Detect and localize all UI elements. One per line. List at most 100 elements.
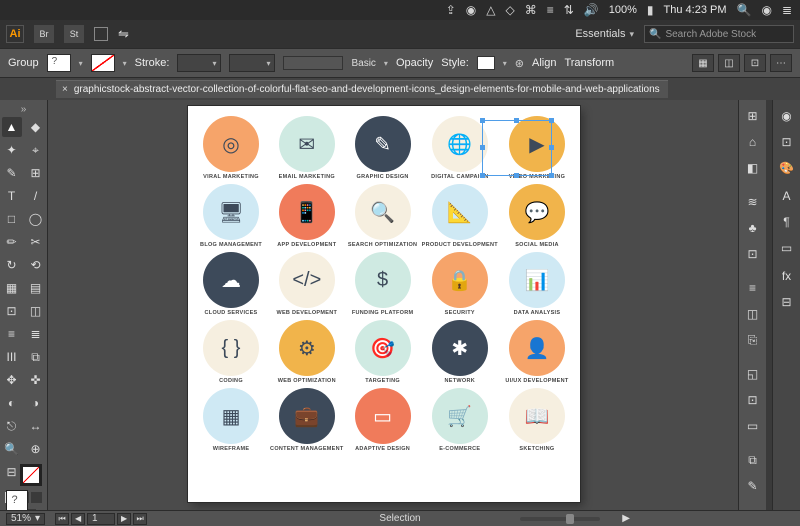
none-mode[interactable] <box>31 492 42 503</box>
stroke-weight-input[interactable]: ▾ <box>177 54 221 72</box>
status-play-icon[interactable]: ▶ <box>622 513 630 524</box>
graphic-style-swatch[interactable] <box>477 56 495 70</box>
tool-5[interactable]: ⊞ <box>26 163 46 183</box>
next-artboard-button[interactable]: ▶ <box>117 513 131 525</box>
tool-8[interactable]: □ <box>2 209 22 229</box>
tool-27[interactable]: ↔ <box>26 416 46 436</box>
tool-0[interactable]: ▲ <box>2 117 22 137</box>
artwork-cell-4[interactable]: ▶VIDEO MARKETING <box>502 116 572 180</box>
artwork-cell-13[interactable]: 🔒SECURITY <box>422 252 498 316</box>
panel-button-panelA-6[interactable]: ≡ <box>741 276 765 300</box>
artwork-cell-16[interactable]: ⚙WEB OPTIMIZATION <box>270 320 344 384</box>
panel-button-panelA-12[interactable]: ⧉ <box>741 448 765 472</box>
panel-button-panelA-4[interactable]: ♣ <box>741 216 765 240</box>
artwork-cell-12[interactable]: $FUNDING PLATFORM <box>348 252 418 316</box>
panel-button-panelB-0[interactable]: ◉ <box>775 104 799 128</box>
tool-1[interactable]: ◆ <box>26 117 46 137</box>
artwork-cell-6[interactable]: 📱APP DEVELOPMENT <box>270 184 344 248</box>
panel-button-panelA-8[interactable]: ⎘ <box>741 328 765 352</box>
tool-22[interactable]: ✥ <box>2 370 22 390</box>
artwork-cell-1[interactable]: ✉EMAIL MARKETING <box>270 116 344 180</box>
notifications-icon[interactable]: ≣ <box>782 3 792 17</box>
last-artboard-button[interactable]: ⏭ <box>133 513 147 525</box>
cc-icon[interactable]: ◉ <box>466 3 476 17</box>
panel-button-panelB-4[interactable]: ¶ <box>775 210 799 234</box>
panel-button-panelA-9[interactable]: ◱ <box>741 362 765 386</box>
toolbox-grip-icon[interactable]: » <box>21 104 27 115</box>
document-tab[interactable]: × graphicstock-abstract-vector-collectio… <box>56 80 668 98</box>
tool-19[interactable]: ≣ <box>26 324 46 344</box>
battery-icon[interactable]: ▮ <box>647 3 654 17</box>
workspace-switcher[interactable]: Essentials ▾ <box>575 28 634 40</box>
control-overflow-button[interactable]: ⋯ <box>770 54 792 72</box>
tool-11[interactable]: ✂ <box>26 232 46 252</box>
align-label[interactable]: Align <box>532 57 556 69</box>
illustrator-logo-icon[interactable]: Ai <box>6 25 24 43</box>
edit-contents-button[interactable]: ⊡ <box>744 54 766 72</box>
prev-artboard-button[interactable]: ◀ <box>71 513 85 525</box>
artwork-cell-22[interactable]: ▭ADAPTIVE DESIGN <box>348 388 418 452</box>
artwork-cell-14[interactable]: 📊DATA ANALYSIS <box>502 252 572 316</box>
artwork-cell-18[interactable]: ✱NETWORK <box>422 320 498 384</box>
search-adobe-stock-input[interactable]: 🔍 Search Adobe Stock <box>644 25 794 43</box>
sync-glyph-icon[interactable]: ⇋ <box>118 26 129 42</box>
panel-button-panelB-1[interactable]: ⊡ <box>775 130 799 154</box>
panel-button-panelB-3[interactable]: A <box>775 184 799 208</box>
battery-percent[interactable]: 100% <box>609 4 637 16</box>
artwork-cell-17[interactable]: 🎯TARGETING <box>348 320 418 384</box>
network-icon[interactable]: ⇅ <box>564 3 574 17</box>
arrange-documents-button[interactable] <box>94 27 108 41</box>
bars-icon[interactable]: ≡ <box>547 3 554 17</box>
tool-29[interactable]: ⊕ <box>26 439 46 459</box>
first-artboard-button[interactable]: ⏮ <box>55 513 69 525</box>
tool-21[interactable]: ⧉ <box>26 347 46 367</box>
stroke-swatch[interactable] <box>91 54 115 72</box>
tool-6[interactable]: T <box>2 186 22 206</box>
artboard[interactable]: ◎VIRAL MARKETING✉EMAIL MARKETING✎GRAPHIC… <box>188 106 580 502</box>
artwork-cell-21[interactable]: 💼CONTENT MANAGEMENT <box>270 388 344 452</box>
tool-12[interactable]: ↻ <box>2 255 22 275</box>
tool-3[interactable]: ⌖ <box>26 140 46 160</box>
panel-button-panelB-2[interactable]: 🎨 <box>775 156 799 180</box>
panel-button-panelA-1[interactable]: ⌂ <box>741 130 765 154</box>
tool-9[interactable]: ◯ <box>26 209 46 229</box>
artwork-cell-7[interactable]: 🔍SEARCH OPTIMIZATION <box>348 184 418 248</box>
artboard-number-input[interactable]: 1 <box>87 513 115 525</box>
artwork-cell-20[interactable]: ▦WIREFRAME <box>196 388 266 452</box>
artwork-cell-11[interactable]: </>WEB DEVELOPMENT <box>270 252 344 316</box>
tool-28[interactable]: 🔍 <box>2 439 22 459</box>
tool-14[interactable]: ▦ <box>2 278 22 298</box>
spotlight-icon[interactable]: 🔍 <box>737 3 752 17</box>
opacity-label[interactable]: Opacity <box>396 57 433 69</box>
artwork-cell-9[interactable]: 💬SOCIAL MEDIA <box>502 184 572 248</box>
close-tab-icon[interactable]: × <box>62 84 68 95</box>
artwork-cell-19[interactable]: 👤UI/UX DEVELOPMENT <box>502 320 572 384</box>
artwork-cell-24[interactable]: 📖SKETCHING <box>502 388 572 452</box>
panel-button-panelA-13[interactable]: ✎ <box>741 474 765 498</box>
stroke-color-icon[interactable] <box>20 464 42 486</box>
artwork-cell-5[interactable]: 🖥BLOG MANAGEMENT <box>196 184 266 248</box>
tool-24[interactable]: ◐ <box>2 393 22 413</box>
panel-button-panelA-3[interactable]: ≋ <box>741 190 765 214</box>
panel-button-panelA-5[interactable]: ⊡ <box>741 242 765 266</box>
menu-icon[interactable]: ⌘ <box>525 3 537 17</box>
tool-15[interactable]: ▤ <box>26 278 46 298</box>
panel-button-panelA-7[interactable]: ◫ <box>741 302 765 326</box>
artwork-cell-10[interactable]: ☁CLOUD SERVICES <box>196 252 266 316</box>
tool-17[interactable]: ◫ <box>26 301 46 321</box>
panel-button-panelA-11[interactable]: ▭ <box>741 414 765 438</box>
panel-button-panelA-0[interactable]: ⊞ <box>741 104 765 128</box>
edit-clip-button[interactable]: ◫ <box>718 54 740 72</box>
tool-7[interactable]: / <box>26 186 46 206</box>
variable-width-profile[interactable]: ▾ <box>229 54 275 72</box>
artwork-cell-0[interactable]: ◎VIRAL MARKETING <box>196 116 266 180</box>
gdrive-icon[interactable]: △ <box>486 3 495 17</box>
status-slider[interactable] <box>520 517 600 521</box>
dropbox-icon[interactable]: ⇪ <box>446 3 456 17</box>
bridge-button[interactable]: Br <box>34 25 54 43</box>
siri-icon[interactable]: ◉ <box>761 3 771 17</box>
tool-2[interactable]: ✦ <box>2 140 22 160</box>
artwork-cell-23[interactable]: 🛒E-COMMERCE <box>422 388 498 452</box>
tool-25[interactable]: ◑ <box>26 393 46 413</box>
artwork-cell-3[interactable]: 🌐DIGITAL CAMPAIGN <box>422 116 498 180</box>
